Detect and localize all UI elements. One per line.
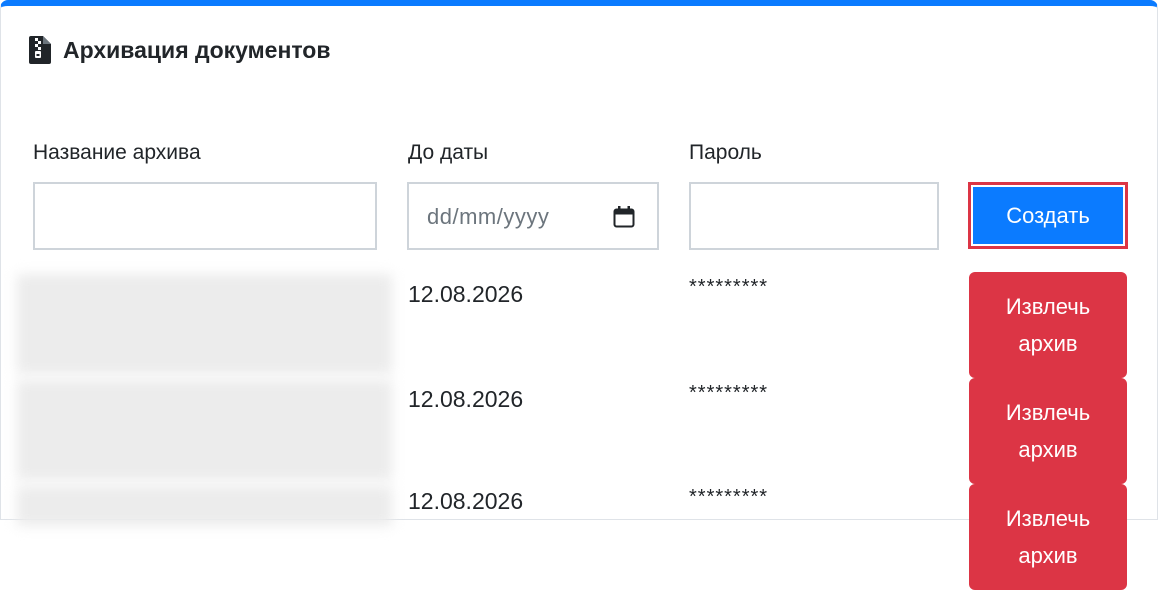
archive-name-label: Название архива <box>33 141 201 164</box>
date-label: До даты <box>408 141 489 164</box>
archive-name-redacted <box>17 486 392 526</box>
password-input[interactable] <box>691 184 937 248</box>
archive-date: 12.08.2026 <box>408 281 524 307</box>
archive-date: 12.08.2026 <box>408 488 524 514</box>
archive-name-field <box>33 182 377 250</box>
create-button[interactable]: Создать <box>973 187 1123 244</box>
password-field <box>689 182 939 250</box>
archive-password: ********* <box>689 486 769 508</box>
create-button-focus-ring: Создать <box>968 182 1128 249</box>
page-title: Архивация документов <box>63 36 331 63</box>
archive-name-redacted <box>17 380 392 480</box>
archive-password: ********* <box>689 382 769 404</box>
calendar-icon[interactable] <box>613 206 635 228</box>
extract-archive-button[interactable]: Извлечь архив <box>969 272 1127 378</box>
date-placeholder: dd/mm/yyyy <box>427 204 550 229</box>
archive-date: 12.08.2026 <box>408 386 524 412</box>
file-archive-icon <box>29 36 51 64</box>
extract-archive-button[interactable]: Извлечь архив <box>969 378 1127 484</box>
archive-card: Архивация документов Название архива До … <box>0 0 1158 590</box>
archive-password: ********* <box>689 276 769 298</box>
password-label: Пароль <box>689 141 762 164</box>
card-header: Архивация документов <box>29 36 331 64</box>
archive-name-redacted <box>17 274 392 374</box>
archive-name-input[interactable] <box>35 184 375 248</box>
date-input[interactable]: dd/mm/yyyy <box>407 182 659 250</box>
